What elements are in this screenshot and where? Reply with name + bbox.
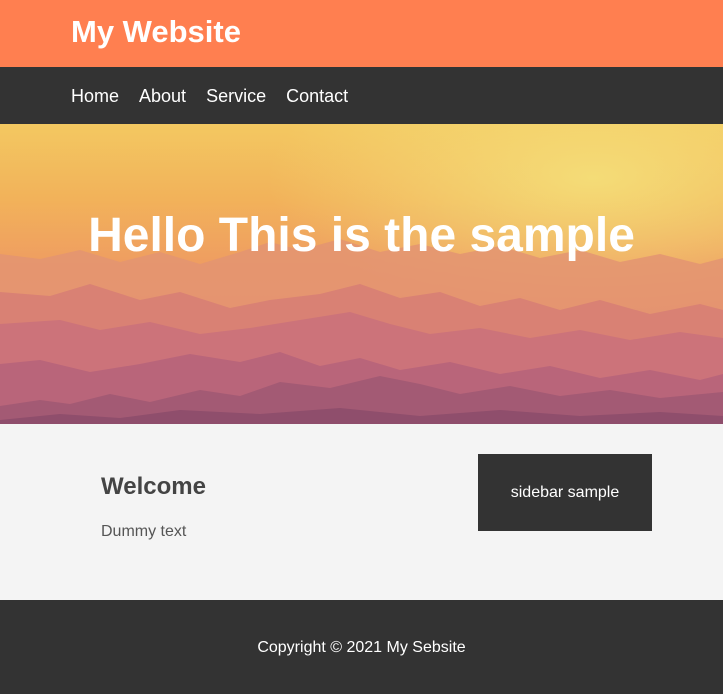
hero-banner: Hello This is the sample bbox=[0, 124, 723, 424]
footer-copyright: Copyright © 2021 My Sebsite bbox=[257, 639, 466, 656]
main-nav: Home About Service Contact bbox=[0, 67, 723, 124]
nav-item-service[interactable]: Service bbox=[206, 85, 266, 107]
nav-item-home[interactable]: Home bbox=[71, 85, 119, 107]
welcome-text: Dummy text bbox=[101, 523, 187, 540]
sidebar: sidebar sample bbox=[478, 454, 652, 531]
welcome-heading: Welcome bbox=[101, 473, 206, 500]
nav-item-contact[interactable]: Contact bbox=[286, 85, 348, 107]
site-footer: Copyright © 2021 My Sebsite bbox=[0, 600, 723, 694]
hero-background-image bbox=[0, 124, 723, 424]
nav-list: Home About Service Contact bbox=[71, 67, 348, 124]
main-content: Welcome Dummy text sidebar sample bbox=[0, 424, 723, 600]
nav-item-about[interactable]: About bbox=[139, 85, 186, 107]
sidebar-text: sidebar sample bbox=[510, 483, 620, 501]
hero-heading: Hello This is the sample bbox=[88, 209, 635, 262]
site-title: My Website bbox=[71, 14, 241, 49]
site-header: My Website bbox=[0, 0, 723, 67]
